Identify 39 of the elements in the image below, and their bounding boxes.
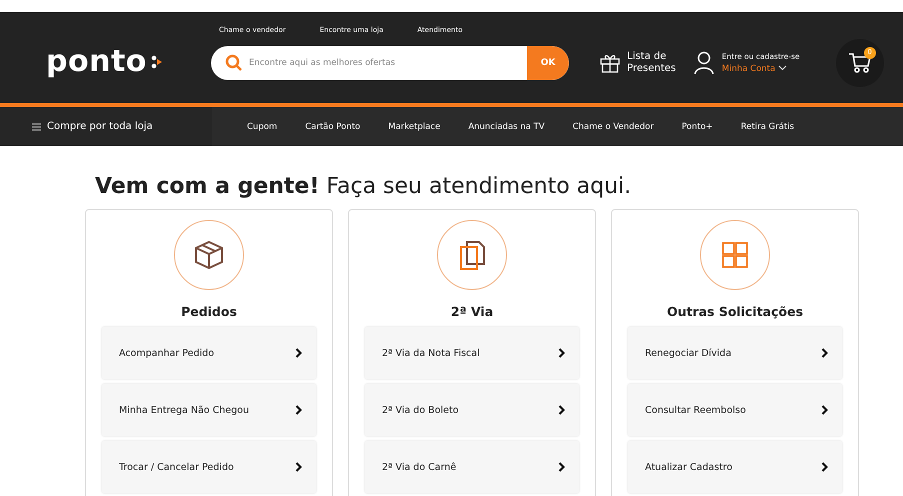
chevron-right-icon	[821, 405, 828, 415]
chevron-right-icon	[821, 348, 828, 358]
chevron-right-icon	[295, 405, 302, 415]
chevron-right-icon	[558, 462, 565, 472]
service-option[interactable]: 2ª Via da Nota Fiscal	[365, 327, 579, 379]
user-icon	[694, 50, 714, 74]
card-title: Pedidos	[181, 304, 237, 319]
service-option[interactable]: Minha Entrega Não Chegou	[102, 384, 316, 436]
chevron-down-icon	[778, 64, 788, 70]
service-option[interactable]: Acompanhar Pedido	[102, 327, 316, 379]
chevron-right-icon	[558, 348, 565, 358]
service-option[interactable]: Renegociar Dívida	[628, 327, 842, 379]
chevron-right-icon	[821, 462, 828, 472]
nav-link[interactable]: Anunciadas na TV	[468, 122, 545, 132]
service-option[interactable]: 2ª Via do Carnê	[365, 441, 579, 493]
service-option[interactable]: Trocar / Cancelar Pedido	[102, 441, 316, 493]
nav-link[interactable]: Chame o Vendedor	[572, 122, 654, 132]
logo-mark-icon	[150, 54, 163, 68]
box-icon	[192, 238, 226, 272]
card-title: Outras Solicitações	[666, 304, 804, 319]
grid-icon	[720, 240, 750, 270]
chevron-right-icon	[558, 405, 565, 415]
nav-link[interactable]: Marketplace	[388, 122, 440, 132]
logo[interactable]: ponto	[46, 44, 147, 79]
service-option[interactable]: 2ª Via do Boleto	[365, 384, 579, 436]
service-option[interactable]: Consultar Reembolso	[628, 384, 842, 436]
nav-link[interactable]: Ponto+	[682, 122, 713, 132]
page-heading: Vem com a gente! Faça seu atendimento aqui.	[95, 174, 632, 199]
nav-link[interactable]: Cupom	[247, 122, 278, 132]
chevron-right-icon	[295, 348, 302, 358]
chevron-right-icon	[295, 462, 302, 472]
nav-link[interactable]: Retira Grátis	[740, 122, 794, 132]
gift-list-link[interactable]: Lista de Presentes	[599, 51, 676, 74]
nav-link[interactable]: Cartão Ponto	[305, 122, 360, 132]
search-icon	[225, 54, 243, 72]
all-departments-menu[interactable]: Compre por toda loja	[0, 107, 212, 146]
card-title: 2ª Via	[450, 304, 494, 319]
menu-icon	[32, 122, 41, 130]
service-option[interactable]: Atualizar Cadastro	[628, 441, 842, 493]
